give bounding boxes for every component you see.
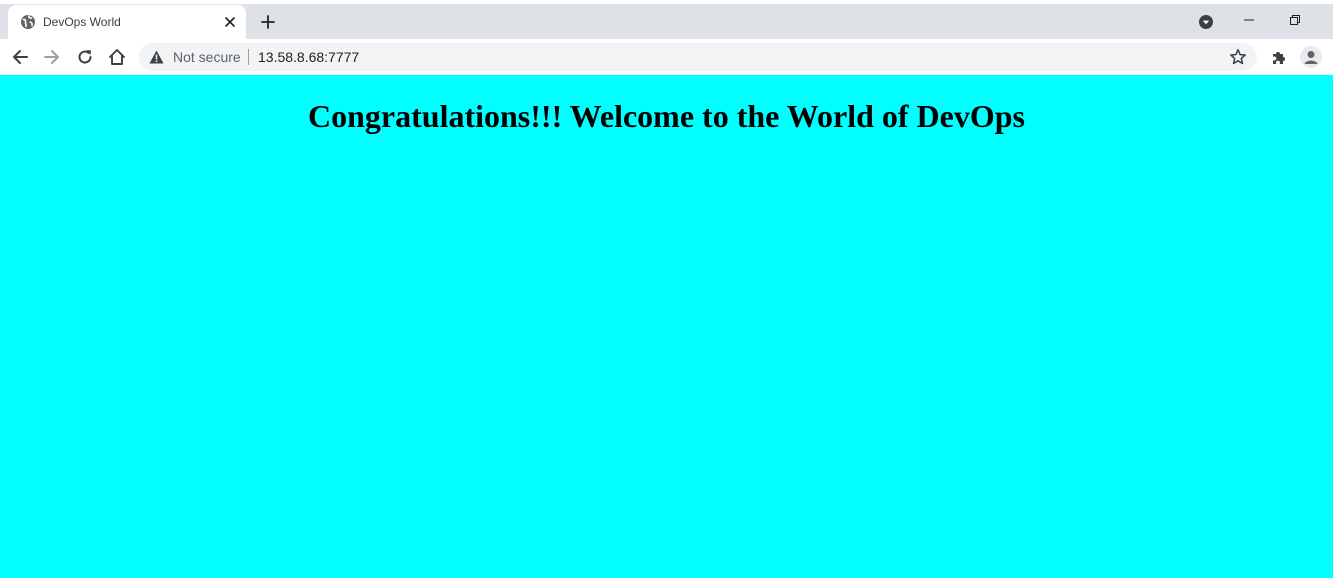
- tab-strip-top-edge: [0, 0, 1333, 4]
- new-tab-button[interactable]: [258, 12, 278, 32]
- reload-icon: [78, 50, 92, 64]
- home-button[interactable]: [101, 41, 133, 73]
- tab-devops-world[interactable]: DevOps World: [8, 5, 246, 39]
- address-bar[interactable]: Not secure 13.58.8.68:7777: [139, 43, 1257, 71]
- star-icon[interactable]: [1229, 48, 1247, 66]
- minimize-icon: [1244, 19, 1254, 21]
- tab-search-button[interactable]: [1197, 13, 1215, 31]
- warning-triangle-icon[interactable]: [149, 50, 164, 64]
- tab-strip: DevOps World: [0, 0, 1333, 39]
- forward-button[interactable]: [36, 41, 68, 73]
- arrow-left-icon: [13, 50, 28, 64]
- home-icon: [109, 49, 125, 65]
- globe-icon: [21, 15, 35, 29]
- extensions-button[interactable]: [1263, 41, 1295, 73]
- restore-button[interactable]: [1272, 5, 1318, 35]
- security-status-label[interactable]: Not secure: [173, 49, 241, 65]
- reload-button[interactable]: [69, 41, 101, 73]
- restore-icon: [1290, 15, 1300, 25]
- minimize-button[interactable]: [1226, 5, 1272, 35]
- page-viewport: Congratulations!!! Welcome to the World …: [0, 75, 1333, 578]
- url-text[interactable]: 13.58.8.68:7777: [258, 49, 359, 65]
- plus-icon: [261, 15, 275, 29]
- tab-close-button[interactable]: [222, 14, 238, 30]
- tab-title: DevOps World: [43, 15, 121, 29]
- browser-toolbar: Not secure 13.58.8.68:7777: [0, 39, 1333, 75]
- arrow-right-icon: [44, 50, 59, 64]
- address-divider: [248, 49, 249, 65]
- close-icon: [225, 17, 235, 27]
- avatar-icon: [1300, 46, 1322, 68]
- puzzle-icon: [1273, 52, 1285, 64]
- back-button[interactable]: [4, 41, 36, 73]
- profile-button[interactable]: [1300, 46, 1322, 68]
- page-heading: Congratulations!!! Welcome to the World …: [308, 98, 1025, 134]
